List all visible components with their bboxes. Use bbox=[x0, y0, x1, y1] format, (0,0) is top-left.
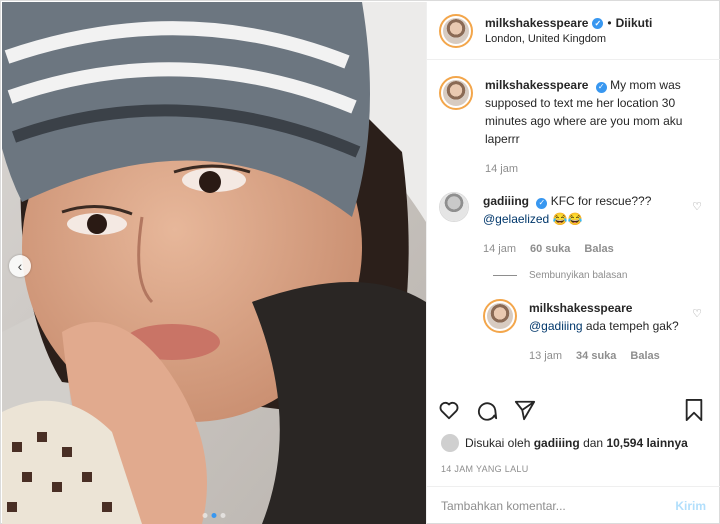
likes-summary: Disukai oleh gadiiing dan 10,594 lainnya bbox=[441, 434, 688, 452]
carousel-dot bbox=[220, 513, 226, 518]
verified-badge-icon: ✓ bbox=[595, 81, 607, 93]
reply-mention[interactable]: @gadiiing bbox=[529, 319, 583, 333]
hide-replies-toggle[interactable]: Sembunyikan balasan bbox=[493, 270, 708, 281]
selfie-image bbox=[2, 2, 426, 524]
comment-time[interactable]: 14 jam bbox=[483, 240, 516, 258]
verified-badge-icon: ✓ bbox=[592, 17, 604, 29]
reply-like-heart-icon[interactable]: ♡ bbox=[692, 307, 702, 320]
separator-dot: • bbox=[607, 16, 612, 30]
comment-like-heart-icon[interactable]: ♡ bbox=[692, 200, 702, 213]
carousel-prev-button[interactable]: ‹ bbox=[9, 255, 31, 277]
commenter-avatar[interactable] bbox=[439, 192, 469, 222]
action-bar bbox=[427, 394, 720, 426]
instagram-post-modal: ‹ milkshakesspeare ✓ • Diikuti London, U… bbox=[0, 0, 720, 524]
reply-reply-button[interactable]: Balas bbox=[630, 347, 659, 365]
post-comment-button[interactable]: Kirim bbox=[675, 499, 706, 513]
comment-item: gadiiing ✓ KFC for rescue??? @gelaelized… bbox=[439, 192, 708, 258]
carousel-dot bbox=[202, 513, 208, 518]
reply-text: ada tempeh gak? bbox=[585, 319, 679, 333]
post-location[interactable]: London, United Kingdom bbox=[485, 33, 652, 45]
carousel-dots bbox=[202, 513, 226, 518]
post-side-panel: milkshakesspeare ✓ • Diikuti London, Uni… bbox=[426, 2, 720, 524]
likes-and: dan bbox=[583, 436, 604, 450]
reply-username[interactable]: milkshakesspeare bbox=[529, 301, 632, 315]
caption-time[interactable]: 14 jam bbox=[485, 160, 518, 178]
post-timestamp[interactable]: 14 JAM YANG LALU bbox=[441, 464, 529, 474]
comment-username[interactable]: gadiiing bbox=[483, 194, 529, 208]
caption-username[interactable]: milkshakesspeare bbox=[485, 78, 588, 92]
comment-mention[interactable]: @gelaelized bbox=[483, 212, 549, 226]
comment-icon[interactable] bbox=[475, 398, 499, 422]
likes-prefix: Disukai oleh bbox=[465, 436, 531, 450]
chevron-left-icon: ‹ bbox=[17, 258, 23, 274]
reply-likes[interactable]: 34 suka bbox=[576, 347, 616, 365]
caption-avatar[interactable] bbox=[439, 76, 473, 110]
reply-avatar[interactable] bbox=[483, 299, 517, 333]
liker-username[interactable]: gadiiing bbox=[534, 436, 580, 450]
comment-likes[interactable]: 60 suka bbox=[530, 240, 570, 258]
share-icon[interactable] bbox=[513, 398, 537, 422]
add-comment-bar: Kirim bbox=[427, 486, 720, 524]
comment-emoji: 😂😂 bbox=[552, 212, 583, 226]
author-username[interactable]: milkshakesspeare bbox=[485, 16, 588, 30]
liker-avatar[interactable] bbox=[441, 434, 459, 452]
comments-section: milkshakesspeare ✓ My mom was supposed t… bbox=[427, 60, 720, 392]
heart-icon[interactable] bbox=[437, 398, 461, 422]
comment-input[interactable] bbox=[441, 498, 676, 513]
post-photo[interactable]: ‹ bbox=[2, 2, 426, 524]
post-header: milkshakesspeare ✓ • Diikuti London, Uni… bbox=[427, 2, 720, 60]
verified-badge-icon: ✓ bbox=[536, 197, 548, 209]
caption: milkshakesspeare ✓ My mom was supposed t… bbox=[439, 76, 708, 178]
reply-time[interactable]: 13 jam bbox=[529, 347, 562, 365]
reply-item: milkshakesspeare @gadiiing ada tempeh ga… bbox=[483, 299, 708, 365]
author-avatar[interactable] bbox=[439, 13, 473, 48]
comment-text: KFC for rescue??? bbox=[550, 194, 652, 208]
comment-reply-button[interactable]: Balas bbox=[584, 240, 613, 258]
follow-button[interactable]: Diikuti bbox=[616, 16, 653, 30]
hide-replies-label: Sembunyikan balasan bbox=[529, 270, 628, 281]
likes-count[interactable]: 10,594 lainnya bbox=[606, 436, 687, 450]
bookmark-icon[interactable] bbox=[682, 398, 706, 422]
carousel-dot-active bbox=[211, 513, 217, 518]
